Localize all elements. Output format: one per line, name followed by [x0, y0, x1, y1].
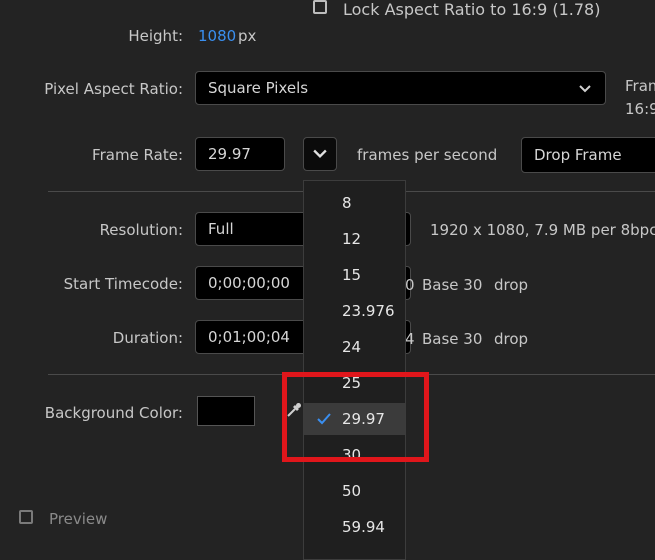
frame-rate-menu[interactable]: 8 12 15 23.976 24 25 29.97 30 50 59.94: [303, 180, 406, 560]
frame-rate-value: 29.97: [208, 145, 251, 163]
duration-base: Base 30: [422, 330, 483, 348]
resolution-label: Resolution:: [99, 221, 183, 239]
resolution-info: 1920 x 1080, 7.9 MB per 8bpc fra: [430, 221, 655, 239]
resolution-value: Full: [208, 220, 234, 238]
frame-rate-unit-label: frames per second: [357, 146, 498, 164]
drop-frame-select[interactable]: Drop Frame: [521, 137, 655, 173]
duration-label: Duration:: [112, 329, 183, 347]
preview-label: Preview: [49, 510, 108, 528]
frame-rate-option[interactable]: 50: [304, 475, 405, 507]
frame-rate-option-label: 12: [342, 230, 362, 248]
start-timecode-tail: 0: [405, 276, 415, 294]
frame-rate-label: Frame Rate:: [92, 146, 183, 164]
duration-value: 0;01;00;04: [208, 328, 290, 346]
frame-rate-option[interactable]: 15: [304, 259, 405, 291]
preview-checkbox[interactable]: [19, 510, 33, 524]
frame-rate-dropdown-button[interactable]: [303, 137, 337, 171]
start-timecode-value: 0;00;00;00: [208, 274, 290, 292]
background-color-label: Background Color:: [44, 404, 183, 422]
frame-rate-option-label: 59.94: [342, 518, 385, 536]
height-value[interactable]: 1080: [198, 27, 236, 45]
frame-rate-option[interactable]: 23.976: [304, 295, 405, 327]
chevron-down-icon: [313, 149, 327, 158]
start-timecode-label: Start Timecode:: [63, 275, 183, 293]
highlight-box: [282, 372, 429, 462]
background-color-swatch[interactable]: [197, 396, 255, 426]
lock-aspect-checkbox[interactable]: [313, 0, 327, 14]
pixel-aspect-side-2: 16:9: [625, 100, 655, 118]
start-timecode-drop: drop: [494, 276, 529, 294]
duration-tail: 4: [405, 330, 415, 348]
drop-frame-value: Drop Frame: [534, 146, 622, 164]
frame-rate-option-label: 50: [342, 482, 362, 500]
frame-rate-option-label: 23.976: [342, 302, 395, 320]
frame-rate-option-label: 15: [342, 266, 362, 284]
pixel-aspect-side-1: Fram: [625, 77, 655, 95]
frame-rate-option[interactable]: 24: [304, 331, 405, 363]
frame-rate-option[interactable]: 12: [304, 223, 405, 255]
frame-rate-option-label: 8: [342, 194, 352, 212]
pixel-aspect-label: Pixel Aspect Ratio:: [44, 80, 183, 98]
start-timecode-base: Base 30: [422, 276, 483, 294]
height-label: Height:: [128, 27, 183, 45]
duration-drop: drop: [494, 330, 529, 348]
frame-rate-option-label: 24: [342, 338, 362, 356]
pixel-aspect-value: Square Pixels: [208, 79, 309, 97]
height-unit: px: [238, 27, 257, 45]
frame-rate-option[interactable]: 59.94: [304, 511, 405, 543]
lock-aspect-label: Lock Aspect Ratio to 16:9 (1.78): [343, 0, 601, 19]
pixel-aspect-select[interactable]: Square Pixels: [195, 71, 606, 105]
chevron-down-icon: [579, 85, 591, 93]
frame-rate-option[interactable]: 8: [304, 187, 405, 219]
frame-rate-input[interactable]: 29.97: [195, 137, 285, 171]
